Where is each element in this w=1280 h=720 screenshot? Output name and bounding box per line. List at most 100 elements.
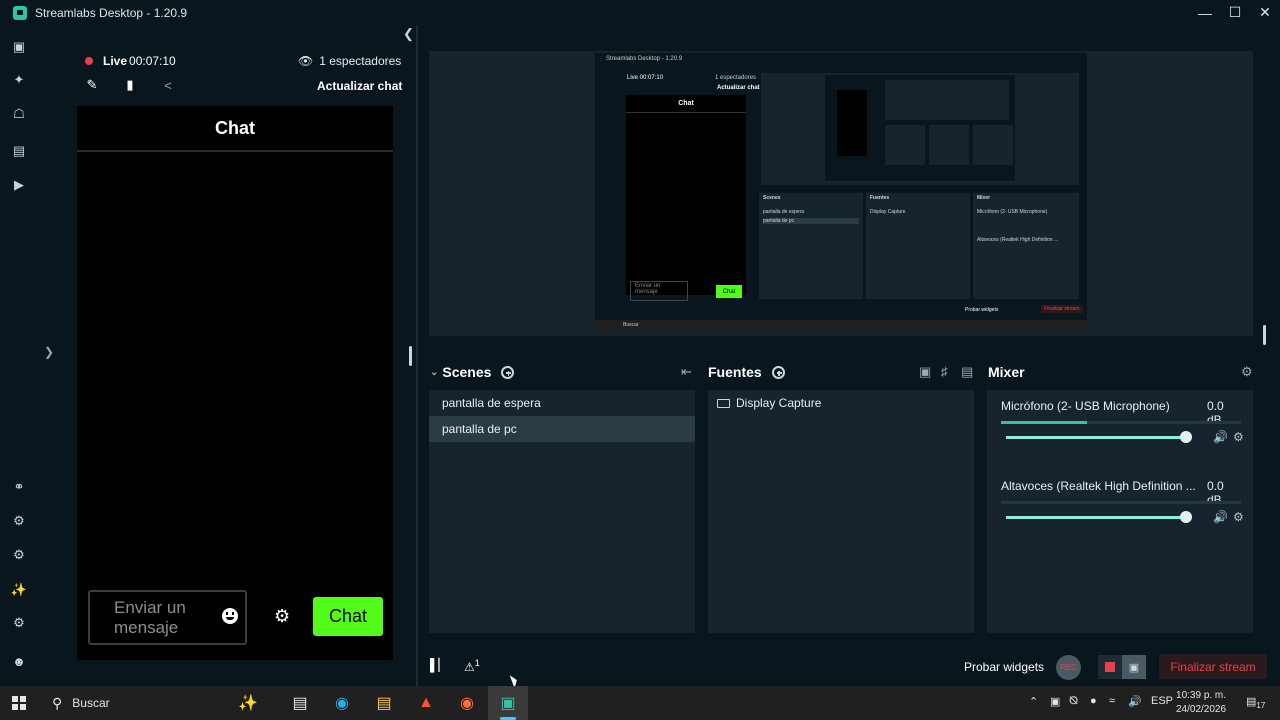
profile-icon[interactable]: ☻ bbox=[11, 653, 27, 669]
nested-input: Enviar un mensaje bbox=[630, 281, 688, 301]
volume-slider-knob[interactable] bbox=[1180, 431, 1192, 443]
sources-title: Fuentes bbox=[708, 364, 762, 380]
taskbar-search-label: Buscar bbox=[72, 696, 110, 710]
chat-settings-gear-icon[interactable]: ⚙ bbox=[274, 606, 290, 627]
stop-button[interactable] bbox=[1098, 655, 1122, 679]
nested-sources-title: Fuentes bbox=[870, 195, 890, 201]
copilot-sparkle-icon[interactable]: ✨ bbox=[228, 691, 268, 715]
nested-viewers: 1 espectadores bbox=[715, 75, 757, 81]
replay-save-button[interactable]: ▣ bbox=[1122, 655, 1146, 679]
add-source-icon[interactable] bbox=[771, 365, 785, 379]
minimize-button[interactable]: — bbox=[1190, 0, 1220, 25]
add-scene-icon[interactable] bbox=[501, 365, 515, 379]
maximize-button[interactable]: ☐ bbox=[1220, 0, 1250, 25]
scene-transition-icon[interactable]: ⇤ bbox=[681, 364, 692, 380]
nested-inner-panel bbox=[929, 125, 969, 165]
camera-icon[interactable]: ▣ bbox=[11, 39, 27, 55]
edit-pencil-icon[interactable]: ✎ bbox=[84, 77, 100, 93]
settings-icon[interactable]: ⚙ bbox=[11, 615, 27, 631]
footer-bar: ▌▏ ⚠1 Probar widgets REC ▣ Finalizar str… bbox=[418, 646, 1280, 686]
end-stream-button[interactable]: Finalizar stream bbox=[1159, 654, 1267, 679]
chat-title: Chat bbox=[77, 106, 393, 152]
test-widgets-button[interactable]: Probar widgets bbox=[964, 660, 1044, 674]
taskbar-clock[interactable]: 10:39 p. m. 24/02/2026 bbox=[1176, 689, 1226, 717]
tray-network-off-icon[interactable]: ⦰ bbox=[1069, 695, 1078, 708]
performance-chart-icon[interactable]: ▌▏ bbox=[430, 658, 448, 672]
taskbar-streamlabs-active[interactable]: ▣ bbox=[488, 686, 528, 720]
speaker-icon[interactable]: 🔊 bbox=[1213, 430, 1228, 444]
nested-test: Probar widgets bbox=[965, 307, 999, 313]
source-monitor-icon[interactable]: ▣ bbox=[919, 364, 931, 380]
edge-browser-icon[interactable]: ◉ bbox=[330, 691, 354, 715]
scene-item[interactable]: pantalla de espera bbox=[429, 390, 695, 416]
source-item[interactable]: Display Capture bbox=[708, 390, 974, 416]
nested-live: Live 00:07:10 bbox=[627, 75, 664, 81]
volume-meter-fill bbox=[1001, 421, 1088, 424]
volume-slider-knob[interactable] bbox=[1180, 511, 1192, 523]
viewer-count-label: 1 espectadores bbox=[319, 54, 402, 68]
ai-icon[interactable]: ✨ bbox=[11, 582, 27, 598]
audio-filter-icon[interactable]: ♯ bbox=[941, 364, 948, 379]
video-camera-icon[interactable]: ▮ bbox=[122, 77, 138, 93]
monitor-icon bbox=[717, 398, 730, 408]
tray-chevron-up-icon[interactable]: ⌃ bbox=[1029, 695, 1038, 708]
themes-icon[interactable]: ✦ bbox=[11, 72, 27, 88]
firefox-icon[interactable]: ◉ bbox=[455, 691, 479, 715]
layout-icon[interactable]: ▤ bbox=[11, 143, 27, 159]
file-explorer-icon[interactable]: ▤ bbox=[372, 691, 396, 715]
task-view-icon[interactable]: ▤ bbox=[288, 691, 312, 715]
emoji-icon[interactable] bbox=[222, 608, 238, 624]
windows-taskbar: ⚲ Buscar ✨ ▤ ◉ ▤ ▲ ◉ ▣ ⌃ ▣ ⦰ ● ≈ 🔊 ESP 1… bbox=[0, 686, 1280, 720]
chat-message-input[interactable]: Enviar un mensaje bbox=[88, 590, 247, 645]
tray-volume-icon[interactable]: 🔊 bbox=[1128, 695, 1142, 708]
streamlabs-logo-icon bbox=[13, 5, 27, 20]
record-button[interactable]: REC bbox=[1056, 655, 1081, 680]
tray-device-icon[interactable]: ▣ bbox=[1050, 695, 1060, 708]
nested-search: Buscar bbox=[623, 322, 639, 328]
mixer-settings-gear-icon[interactable]: ⚙ bbox=[1241, 364, 1253, 380]
nested-preview bbox=[761, 73, 1079, 185]
nested-scene: pantalla de pc bbox=[763, 218, 859, 224]
nested-chat: Chat Enviar un mensaje Chat bbox=[626, 95, 746, 301]
close-button[interactable]: ✕ bbox=[1250, 0, 1280, 25]
speaker-icon[interactable]: 🔊 bbox=[1213, 510, 1228, 524]
brave-browser-icon[interactable]: ▲ bbox=[414, 691, 438, 715]
tray-language[interactable]: ESP bbox=[1151, 695, 1173, 707]
nested-scenes-title: Scenes bbox=[763, 195, 781, 201]
nested-inner-preview bbox=[885, 80, 1009, 120]
volume-slider[interactable] bbox=[1006, 431, 1192, 443]
live-status: Live 00:07:10 bbox=[85, 54, 176, 68]
chat-send-button[interactable]: Chat bbox=[313, 597, 383, 636]
nested-source: Display Capture bbox=[870, 209, 906, 215]
live-dot-icon bbox=[85, 57, 93, 65]
scene-item-selected[interactable]: pantalla de pc bbox=[429, 416, 695, 442]
nested-scene: pantalla de espera bbox=[763, 209, 805, 215]
nested-scenes-panel: Scenes pantalla de espera pantalla de pc bbox=[759, 193, 863, 299]
warning-icon[interactable]: ⚠1 bbox=[464, 658, 480, 674]
share-icon[interactable]: < bbox=[160, 77, 176, 93]
notification-center-icon[interactable]: ▤17 bbox=[1246, 695, 1265, 710]
viewer-count: 👁 1 espectadores bbox=[298, 54, 401, 68]
chevron-down-icon[interactable]: ⌄ bbox=[430, 367, 438, 378]
preview-resize-handle[interactable] bbox=[1263, 325, 1266, 345]
refresh-chat-button[interactable]: Actualizar chat bbox=[317, 79, 402, 93]
add-folder-icon[interactable]: ▤ bbox=[961, 364, 973, 380]
play-icon[interactable]: ▶ bbox=[11, 177, 27, 193]
tray-wifi-icon[interactable]: ≈ bbox=[1109, 695, 1115, 707]
mixer-header: Mixer bbox=[988, 362, 1025, 382]
channel-settings-gear-icon[interactable]: ⚙ bbox=[1233, 430, 1244, 444]
windows-start-icon[interactable] bbox=[12, 696, 26, 710]
volume-slider[interactable] bbox=[1006, 511, 1192, 523]
expand-nav-chevron-icon[interactable]: ❯ bbox=[44, 345, 54, 359]
tray-microphone-icon[interactable]: ● bbox=[1090, 695, 1097, 707]
nested-refresh: Actualizar chat bbox=[717, 85, 760, 91]
title-bar: Streamlabs Desktop - 1.20.9 — ☐ ✕ bbox=[0, 0, 1280, 25]
apps-icon[interactable]: ⚙ bbox=[11, 513, 27, 529]
store-icon[interactable]: ☖ bbox=[11, 106, 27, 122]
channel-settings-gear-icon[interactable]: ⚙ bbox=[1233, 510, 1244, 524]
apps2-icon[interactable]: ⚙ bbox=[11, 547, 27, 563]
collab-icon[interactable]: ⚭ bbox=[11, 479, 27, 495]
alert-count: 1 bbox=[474, 658, 480, 668]
collapse-dock-chevron-icon[interactable]: ❮ bbox=[403, 26, 414, 42]
dock-resize-handle[interactable] bbox=[409, 346, 412, 366]
